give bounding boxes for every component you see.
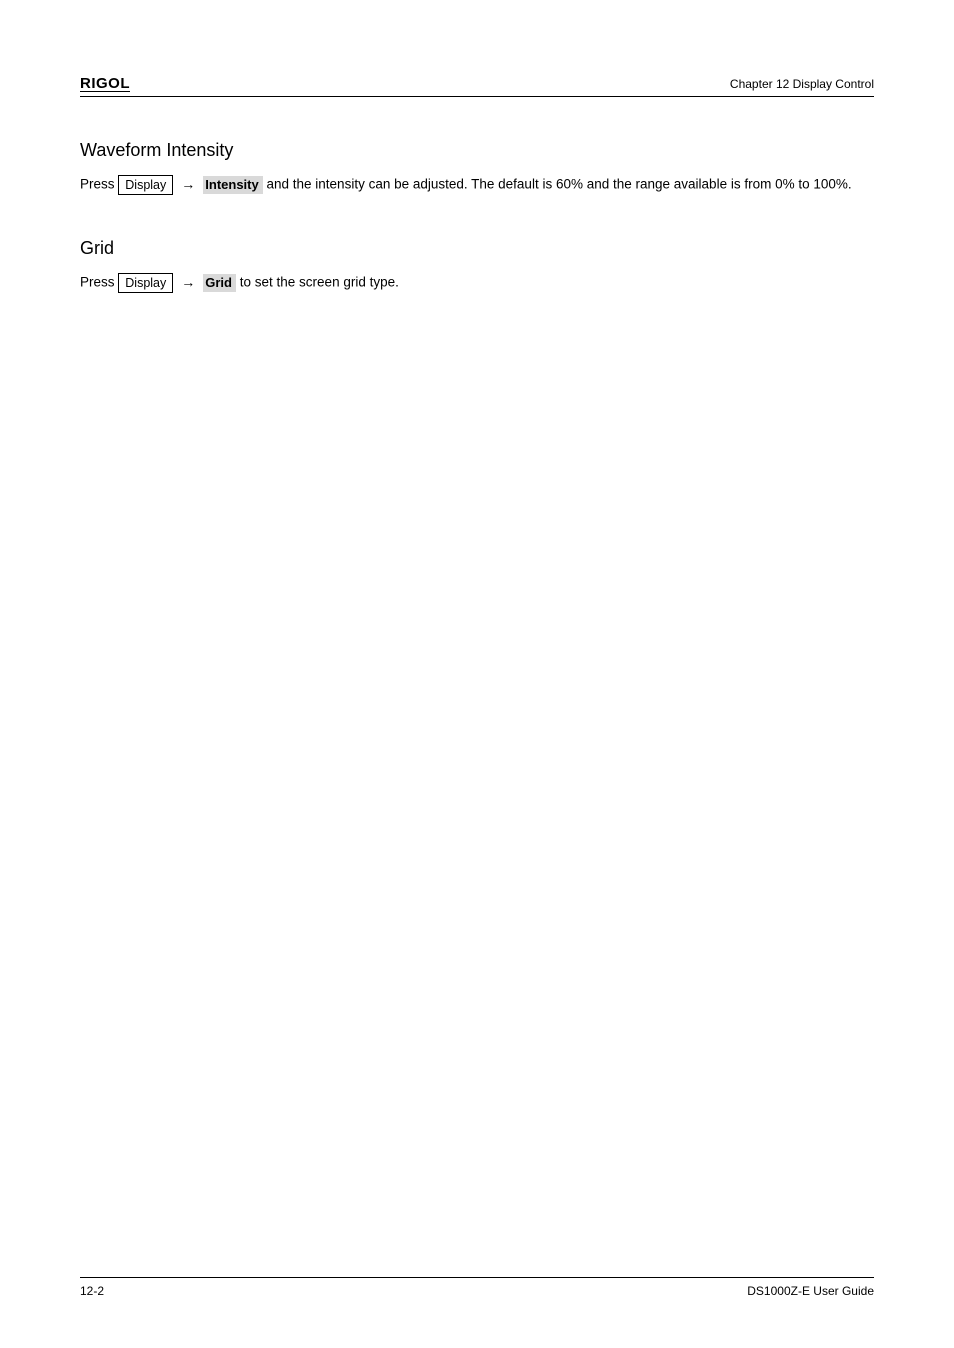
section-grid: Grid Press Display → Grid to set the scr… bbox=[80, 235, 874, 293]
page-content: Waveform Intensity Press Display → Inten… bbox=[80, 97, 874, 1277]
chapter-reference: Chapter 12 Display Control bbox=[730, 77, 874, 91]
section-title-intensity: Waveform Intensity bbox=[80, 137, 874, 164]
hardkey-display: Display bbox=[118, 175, 173, 195]
section-text-intensity: Press Display → Intensity and the intens… bbox=[80, 174, 874, 195]
section-text-grid: Press Display → Grid to set the screen g… bbox=[80, 272, 874, 293]
doc-reference: DS1000Z-E User Guide bbox=[747, 1284, 874, 1298]
nav-intensity: Display → Intensity bbox=[118, 174, 262, 195]
press-label: Press bbox=[80, 177, 118, 192]
brand-name: RIGOL bbox=[80, 75, 130, 92]
hardkey-display: Display bbox=[118, 273, 173, 293]
arrow-right-icon: → bbox=[181, 272, 195, 293]
press-label: Press bbox=[80, 275, 118, 290]
arrow-right-icon: → bbox=[181, 174, 195, 195]
page-footer: 12-2 DS1000Z-E User Guide bbox=[80, 1277, 874, 1298]
section-intensity: Waveform Intensity Press Display → Inten… bbox=[80, 137, 874, 195]
softkey-intensity: Intensity bbox=[203, 176, 262, 194]
intensity-description: and the intensity can be adjusted. The d… bbox=[267, 177, 852, 192]
grid-description: to set the screen grid type. bbox=[240, 275, 399, 290]
page-container: RIGOL Chapter 12 Display Control Wavefor… bbox=[0, 0, 954, 1348]
softkey-grid: Grid bbox=[203, 274, 236, 292]
nav-grid: Display → Grid bbox=[118, 272, 236, 293]
page-header: RIGOL Chapter 12 Display Control bbox=[80, 75, 874, 97]
section-title-grid: Grid bbox=[80, 235, 874, 262]
page-number: 12-2 bbox=[80, 1284, 104, 1298]
